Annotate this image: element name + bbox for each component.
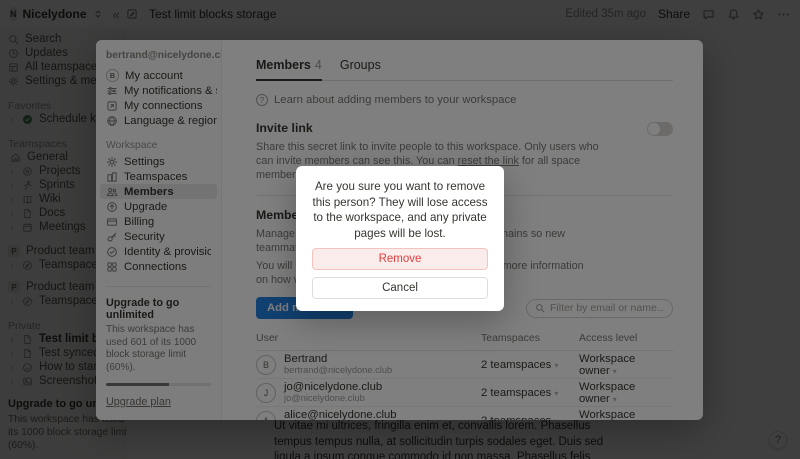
cancel-button[interactable]: Cancel: [312, 277, 488, 299]
remove-member-dialog: Are you sure you want to remove this per…: [296, 166, 504, 311]
dialog-message: Are you sure you want to remove this per…: [312, 180, 488, 240]
remove-button[interactable]: Remove: [312, 248, 488, 270]
